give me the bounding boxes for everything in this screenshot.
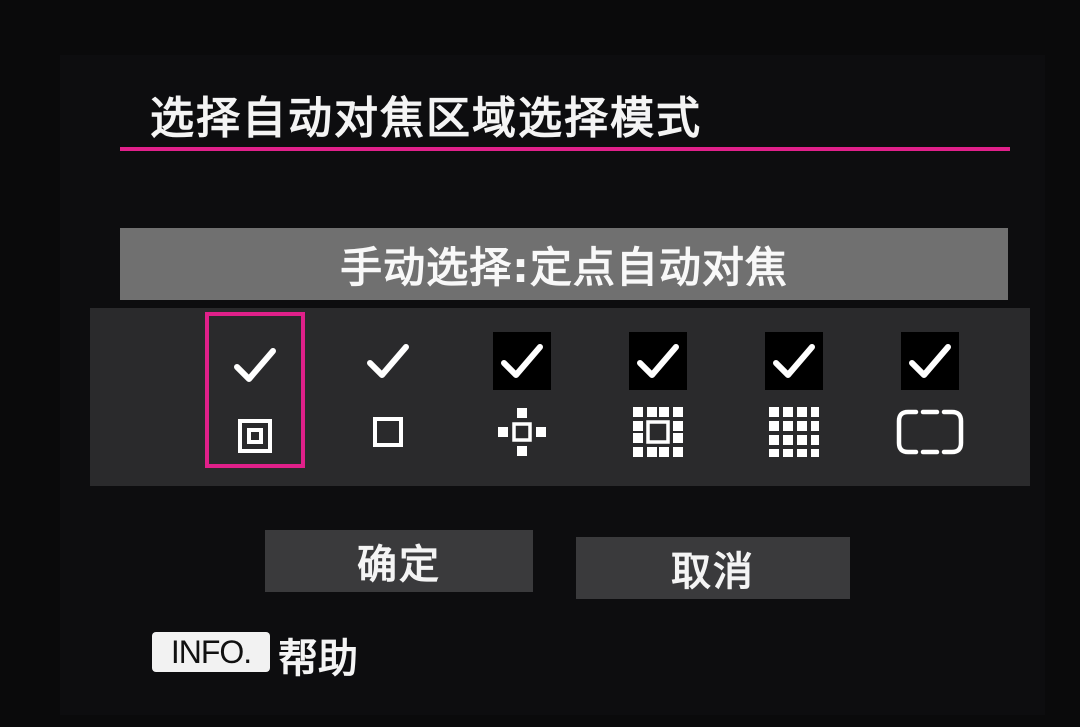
spot-af-icon <box>219 408 291 464</box>
expand-area-cross-icon <box>486 404 558 460</box>
expand-area-surround-icon <box>622 404 694 460</box>
check-icon[interactable] <box>226 336 284 394</box>
check-icon[interactable] <box>765 332 823 390</box>
single-point-af-icon <box>352 404 424 460</box>
option-single-point-af[interactable] <box>338 312 438 468</box>
info-button-badge[interactable]: INFO. <box>152 632 270 672</box>
check-icon[interactable] <box>359 332 417 390</box>
current-mode-label: 手动选择:定点自动对焦 <box>120 228 1008 300</box>
option-spot-af[interactable] <box>205 312 305 468</box>
ok-button[interactable]: 确定 <box>265 530 533 592</box>
option-expand-area-surround[interactable] <box>608 312 708 468</box>
check-icon[interactable] <box>493 332 551 390</box>
cancel-button[interactable]: 取消 <box>576 537 850 599</box>
check-icon[interactable] <box>901 332 959 390</box>
check-icon[interactable] <box>629 332 687 390</box>
title-divider <box>120 147 1010 151</box>
auto-selection-af-icon <box>894 404 966 460</box>
page-title: 选择自动对焦区域选择模式 <box>150 93 702 144</box>
help-label: 帮助 <box>278 636 358 682</box>
option-zone-af[interactable] <box>744 312 844 468</box>
zone-af-icon <box>758 404 830 460</box>
option-auto-selection-af[interactable] <box>880 312 980 468</box>
option-expand-area-cross[interactable] <box>472 312 572 468</box>
